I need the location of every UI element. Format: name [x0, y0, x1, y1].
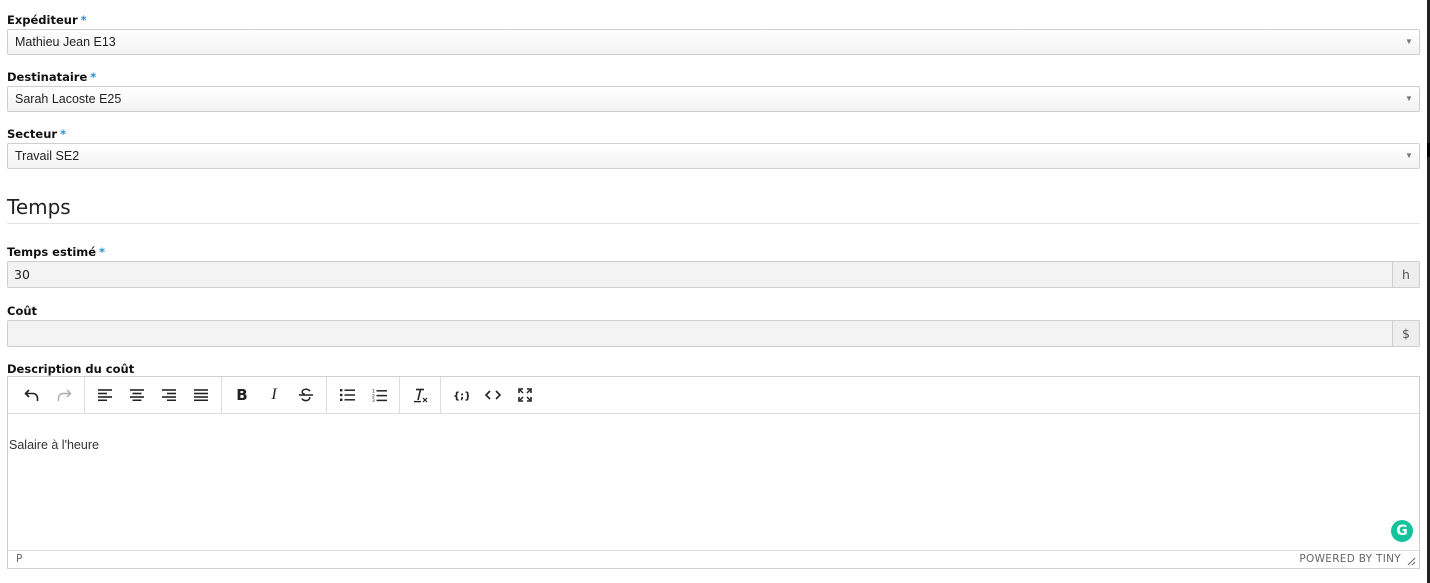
toolbar-group-align: [85, 376, 222, 414]
recipient-select-value: Sarah Lacoste E25: [15, 92, 122, 106]
required-marker: *: [90, 70, 97, 84]
bullet-list-icon[interactable]: [331, 380, 363, 410]
sector-label: Secteur *: [7, 127, 67, 141]
required-marker: *: [99, 245, 106, 259]
cost-input[interactable]: [7, 320, 1392, 347]
sector-select[interactable]: Travail SE2 ▼: [7, 143, 1420, 169]
element-path[interactable]: P: [16, 551, 22, 568]
bold-icon[interactable]: B: [226, 380, 258, 410]
toolbar-group-history: [12, 376, 85, 414]
cost-label: Coût: [7, 304, 38, 318]
estimated-time-input[interactable]: 30: [7, 261, 1392, 288]
cost-group: $: [7, 320, 1420, 347]
required-marker: *: [80, 13, 87, 27]
align-center-icon[interactable]: [121, 380, 153, 410]
align-left-icon[interactable]: [89, 380, 121, 410]
chevron-down-icon[interactable]: ▼: [1399, 144, 1419, 168]
numbered-list-icon[interactable]: 123: [363, 380, 395, 410]
hours-unit-addon: h: [1392, 261, 1420, 288]
italic-icon[interactable]: I: [258, 380, 290, 410]
sender-select-value: Mathieu Jean E13: [15, 35, 116, 49]
estimated-time-group: 30 h: [7, 261, 1420, 288]
template-icon[interactable]: {;}: [445, 380, 477, 410]
toolbar-group-misc: {;}: [441, 377, 545, 414]
cost-description-label: Description du coût: [7, 362, 135, 376]
form: Expéditeur * Mathieu Jean E13 ▼ Destinata…: [7, 0, 1420, 569]
recipient-select[interactable]: Sarah Lacoste E25 ▼: [7, 86, 1420, 112]
dollar-unit-addon: $: [1392, 320, 1420, 347]
undo-icon[interactable]: [16, 380, 48, 410]
editor-toolbar: B I 123 {;: [8, 376, 1419, 414]
rich-text-editor: B I 123 {; Salaire à l'heure G P POWERED…: [7, 376, 1420, 569]
toolbar-group-format: B I: [222, 376, 327, 414]
estimated-time-label: Temps estimé *: [7, 245, 106, 259]
recipient-label: Destinataire *: [7, 70, 97, 84]
editor-content-area[interactable]: Salaire à l'heure: [8, 414, 1419, 550]
redo-icon[interactable]: [48, 380, 80, 410]
toolbar-group-clear: [400, 376, 441, 414]
resize-handle-icon[interactable]: [1407, 557, 1416, 566]
align-right-icon[interactable]: [153, 380, 185, 410]
sender-label: Expéditeur *: [7, 13, 87, 27]
grammarly-icon[interactable]: G: [1391, 520, 1413, 542]
sender-select[interactable]: Mathieu Jean E13 ▼: [7, 29, 1420, 55]
fullscreen-icon[interactable]: [509, 380, 541, 410]
chevron-down-icon[interactable]: ▼: [1399, 87, 1419, 111]
toolbar-group-lists: 123: [327, 376, 400, 414]
source-code-icon[interactable]: [477, 380, 509, 410]
clear-formatting-icon[interactable]: [404, 380, 436, 410]
svg-text:3: 3: [372, 398, 375, 402]
svg-text:{;}: {;}: [453, 391, 469, 401]
section-heading-time: Temps: [7, 195, 71, 219]
editor-statusbar: P POWERED BY TINY: [8, 550, 1419, 568]
powered-by-link[interactable]: POWERED BY TINY: [1299, 551, 1401, 568]
chevron-down-icon[interactable]: ▼: [1399, 30, 1419, 54]
required-marker: *: [60, 127, 67, 141]
strikethrough-icon[interactable]: [290, 380, 322, 410]
section-divider: [7, 223, 1420, 224]
sector-select-value: Travail SE2: [15, 149, 80, 163]
editor-paragraph: Salaire à l'heure: [9, 438, 99, 452]
align-justify-icon[interactable]: [185, 380, 217, 410]
